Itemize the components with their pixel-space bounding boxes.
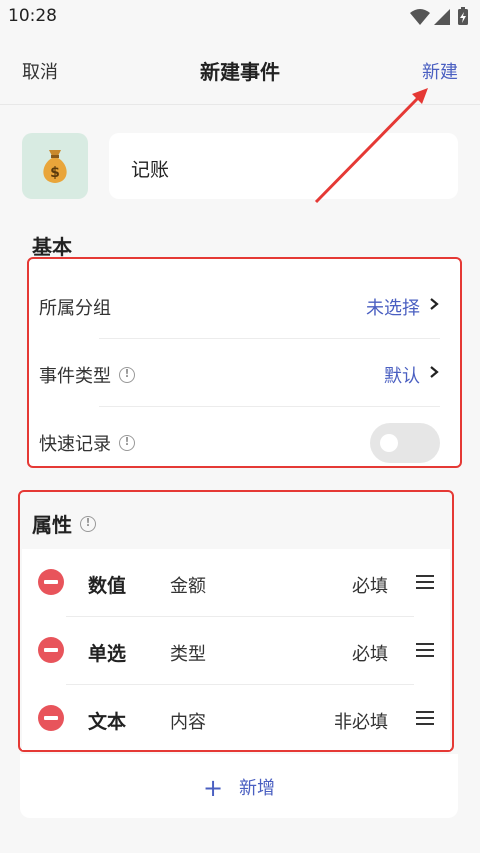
- add-property-content: + 新增: [20, 774, 458, 802]
- row-label-with-info: 快速记录: [39, 430, 135, 456]
- row-label-with-info: 事件类型: [39, 362, 135, 388]
- row-quick-record: 快速记录: [29, 407, 460, 475]
- svg-text:$: $: [50, 165, 60, 181]
- drag-handle-icon[interactable]: [416, 573, 434, 591]
- properties-section: 属性 数值 金额 必填 单选 类型 必填: [18, 490, 454, 752]
- add-property-label: 新增: [239, 778, 276, 799]
- drag-handle-icon[interactable]: [416, 709, 434, 727]
- event-name-text: 记账: [131, 159, 170, 181]
- nav-bar: 取消 新建事件 新建: [0, 34, 480, 105]
- property-required: 非必填: [334, 712, 388, 733]
- properties-list: 数值 金额 必填 单选 类型 必填 文本 内容 非必填: [22, 549, 450, 750]
- property-row[interactable]: 文本 内容 非必填: [22, 685, 450, 753]
- group-value: 未选择: [366, 298, 420, 319]
- row-label: 所属分组: [39, 298, 111, 319]
- status-time: 10:28: [8, 6, 57, 26]
- info-icon[interactable]: [119, 367, 135, 383]
- property-name: 类型: [170, 644, 206, 665]
- row-group[interactable]: 所属分组 未选择: [29, 271, 460, 339]
- money-bag-icon: $: [43, 150, 67, 183]
- drag-handle-icon[interactable]: [416, 641, 434, 659]
- remove-property-button[interactable]: [38, 705, 64, 731]
- properties-title-text: 属性: [32, 513, 72, 537]
- row-label: 事件类型: [39, 366, 111, 387]
- row-event-type[interactable]: 事件类型 默认: [29, 339, 460, 407]
- property-name: 内容: [170, 712, 206, 733]
- property-required: 必填: [352, 576, 388, 597]
- property-row[interactable]: 单选 类型 必填: [22, 617, 450, 685]
- quick-record-toggle[interactable]: [370, 423, 440, 463]
- event-icon-picker[interactable]: $: [22, 133, 88, 199]
- status-bar: 10:28: [0, 0, 480, 34]
- remove-property-button[interactable]: [38, 637, 64, 663]
- toggle-knob: [380, 434, 398, 452]
- property-type: 文本: [88, 711, 127, 733]
- property-type: 单选: [88, 643, 127, 665]
- basic-settings-card: 所属分组 未选择 事件类型 默认 快速记录: [27, 257, 462, 468]
- section-title-basic: 基本: [32, 235, 72, 259]
- event-type-value: 默认: [384, 366, 420, 387]
- info-icon[interactable]: [80, 515, 96, 532]
- plus-icon: +: [202, 774, 224, 802]
- battery-icon: [458, 7, 468, 25]
- info-icon[interactable]: [119, 435, 135, 451]
- section-title-properties: 属性: [32, 509, 96, 538]
- event-name-field[interactable]: 记账: [109, 133, 458, 199]
- chevron-right-icon: [430, 298, 439, 310]
- property-name: 金额: [170, 576, 206, 597]
- create-button[interactable]: 新建: [422, 58, 458, 84]
- row-label: 快速记录: [39, 434, 111, 455]
- remove-property-button[interactable]: [38, 569, 64, 595]
- property-type: 数值: [88, 575, 127, 597]
- wifi-icon: [410, 9, 430, 25]
- signal-icon: [434, 9, 450, 25]
- add-property-button[interactable]: + 新增: [20, 754, 458, 818]
- property-required: 必填: [352, 644, 388, 665]
- status-icons: [410, 7, 468, 25]
- page-title: 新建事件: [200, 60, 280, 84]
- property-row[interactable]: 数值 金额 必填: [22, 549, 450, 617]
- chevron-right-icon: [430, 366, 439, 378]
